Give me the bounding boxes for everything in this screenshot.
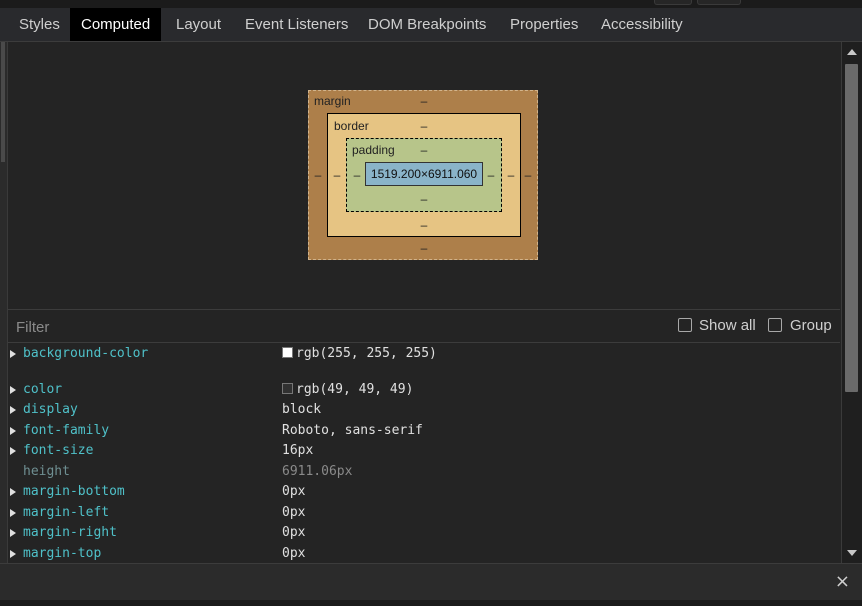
tab-styles[interactable]: Styles — [8, 8, 71, 41]
property-name: margin-right — [23, 525, 117, 540]
scroll-up-arrow-icon[interactable] — [847, 49, 857, 55]
property-value: block — [282, 402, 322, 417]
border-top-value[interactable]: – — [418, 119, 430, 133]
vertical-scrollbar[interactable] — [841, 42, 862, 563]
toolbar-fragment-left — [654, 0, 692, 5]
show-all-label[interactable]: Show all — [699, 317, 756, 334]
property-value: 0px — [282, 525, 306, 540]
property-row-font-family[interactable]: font-family Roboto, sans-serif — [8, 421, 840, 441]
property-row-margin-right[interactable]: margin-right 0px — [8, 523, 840, 543]
margin-top-value[interactable]: – — [418, 94, 430, 108]
group-checkbox[interactable] — [768, 318, 782, 332]
tab-dom-breakpoints[interactable]: DOM Breakpoints — [357, 8, 497, 41]
padding-left-value[interactable]: – — [351, 168, 363, 182]
box-model-border[interactable]: border – – – – padding – – – – 1519.200×… — [327, 113, 521, 237]
property-value: 0px — [282, 546, 306, 561]
border-bottom-value[interactable]: – — [418, 218, 430, 232]
property-value: 0px — [282, 484, 306, 499]
padding-top-value[interactable]: – — [418, 143, 430, 157]
footer-strip — [0, 600, 862, 606]
expand-triangle-icon[interactable] — [10, 447, 16, 455]
margin-right-value[interactable]: – — [522, 168, 534, 182]
border-label: border — [334, 119, 369, 133]
box-model-padding[interactable]: padding – – – – 1519.200×6911.060 — [346, 138, 502, 212]
expand-triangle-icon[interactable] — [10, 550, 16, 558]
expand-triangle-icon[interactable] — [10, 350, 16, 358]
scroll-down-arrow-icon[interactable] — [847, 550, 857, 556]
tab-accessibility[interactable]: Accessibility — [590, 8, 694, 41]
property-name: background-color — [23, 346, 149, 361]
margin-bottom-value[interactable]: – — [418, 241, 430, 255]
property-name: font-family — [23, 423, 110, 438]
margin-left-value[interactable]: – — [312, 168, 324, 182]
color-swatch-icon[interactable] — [282, 347, 293, 358]
tab-properties[interactable]: Properties — [499, 8, 589, 41]
padding-bottom-value[interactable]: – — [418, 192, 430, 206]
property-row-margin-left[interactable]: margin-left 0px — [8, 503, 840, 523]
box-model-content[interactable]: 1519.200×6911.060 — [365, 162, 483, 186]
padding-label: padding — [352, 143, 395, 157]
property-row-background-color[interactable]: background-color rgb(255, 255, 255) — [8, 344, 840, 364]
border-right-value[interactable]: – — [505, 168, 517, 182]
property-value: 16px — [282, 443, 314, 458]
tab-layout[interactable]: Layout — [165, 8, 232, 41]
property-value: rgb(49, 49, 49) — [282, 380, 413, 400]
property-name: margin-bottom — [23, 484, 125, 499]
close-icon[interactable]: × — [835, 571, 850, 592]
property-name: margin-left — [23, 505, 110, 520]
property-name: color — [23, 382, 63, 397]
expand-triangle-icon[interactable] — [10, 406, 16, 414]
property-value: 6911.06px — [282, 464, 353, 479]
property-name: font-size — [23, 443, 94, 458]
border-left-value[interactable]: – — [331, 168, 343, 182]
filter-input[interactable] — [8, 310, 618, 344]
property-row-color[interactable]: color rgb(49, 49, 49) — [8, 380, 840, 400]
property-value: Roboto, sans-serif — [282, 423, 423, 438]
computed-filter-bar: Show all Group — [8, 310, 840, 344]
computed-properties-list: background-color rgb(255, 255, 255) colo… — [8, 343, 840, 563]
expand-triangle-icon[interactable] — [10, 509, 16, 517]
expand-triangle-icon[interactable] — [10, 488, 16, 496]
tab-computed[interactable]: Computed — [70, 8, 162, 41]
property-name: height — [23, 464, 70, 479]
property-value: 0px — [282, 505, 306, 520]
drawer-bar: × — [0, 563, 862, 600]
sidebar-tab-bar: Styles Computed Layout Event Listeners D… — [0, 8, 862, 42]
box-model-margin[interactable]: margin – – – – border – – – – padding – … — [308, 90, 538, 260]
property-name: display — [23, 402, 78, 417]
property-value-text: rgb(255, 255, 255) — [296, 346, 437, 361]
expand-triangle-icon[interactable] — [10, 427, 16, 435]
left-resize-gutter[interactable] — [0, 42, 8, 563]
top-strip — [0, 0, 862, 8]
group-label[interactable]: Group — [790, 317, 832, 334]
expand-triangle-icon[interactable] — [10, 386, 16, 394]
show-all-checkbox[interactable] — [678, 318, 692, 332]
margin-label: margin — [314, 94, 351, 108]
property-row-margin-bottom[interactable]: margin-bottom 0px — [8, 482, 840, 502]
property-value: rgb(255, 255, 255) — [282, 344, 437, 364]
property-row-display[interactable]: display block — [8, 400, 840, 420]
property-row-margin-top[interactable]: margin-top 0px — [8, 544, 840, 563]
box-model-pane: margin – – – – border – – – – padding – … — [8, 42, 840, 310]
property-value-text: rgb(49, 49, 49) — [296, 382, 414, 397]
color-swatch-icon[interactable] — [282, 383, 293, 394]
left-gutter-thumb[interactable] — [1, 42, 5, 162]
toolbar-fragment-right — [697, 0, 741, 5]
property-name: margin-top — [23, 546, 102, 561]
scrollbar-thumb[interactable] — [845, 64, 858, 392]
padding-right-value[interactable]: – — [485, 168, 497, 182]
property-row-height[interactable]: height 6911.06px — [8, 462, 840, 482]
property-row-font-size[interactable]: font-size 16px — [8, 441, 840, 461]
expand-triangle-icon[interactable] — [10, 529, 16, 537]
tab-event-listeners[interactable]: Event Listeners — [234, 8, 359, 41]
